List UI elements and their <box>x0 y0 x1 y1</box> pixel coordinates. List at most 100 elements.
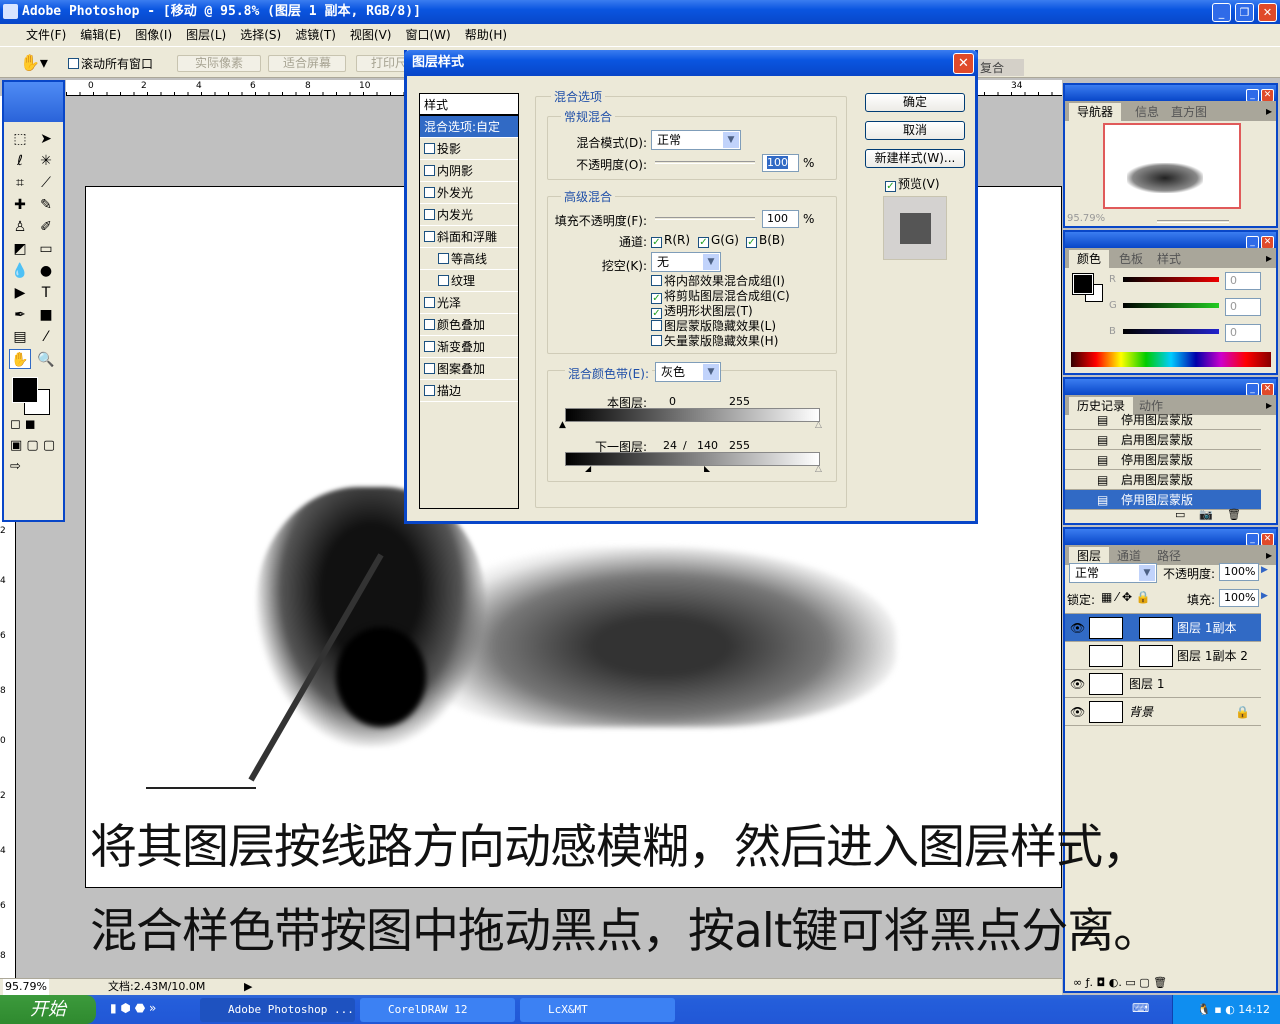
menu-filter[interactable]: 滤镜(T) <box>295 28 336 42</box>
start-button[interactable]: 开始 <box>0 995 96 1024</box>
menu-file[interactable]: 文件(F) <box>26 28 66 42</box>
style-checkbox[interactable] <box>424 385 435 396</box>
style-item[interactable]: 混合选项:自定 <box>420 116 518 138</box>
shape-tool-icon[interactable]: ■ <box>35 305 57 325</box>
layer-row[interactable]: 👁 图层 1 <box>1065 670 1261 698</box>
menu-image[interactable]: 图像(I) <box>135 28 172 42</box>
channel-g-checkbox[interactable]: ✓ G(G) <box>698 233 739 248</box>
fit-screen-button[interactable]: 适合屏幕 <box>268 55 346 72</box>
b-input[interactable]: 0 <box>1225 324 1261 342</box>
preview-checkbox[interactable]: ✓ 预览(V) <box>885 175 940 192</box>
navigator-preview[interactable] <box>1103 123 1241 209</box>
history-item[interactable]: ▤ 启用图层蒙版 <box>1065 430 1261 450</box>
style-checkbox[interactable] <box>424 231 435 242</box>
panel-menu-icon[interactable]: ▸ <box>1266 548 1272 562</box>
new-style-button[interactable]: 新建样式(W)... <box>865 149 965 168</box>
style-item[interactable]: 外发光 <box>420 182 518 204</box>
slice-tool-icon[interactable]: ⟋ <box>35 173 57 193</box>
opacity-arrow-icon[interactable]: ▶ <box>1261 565 1268 575</box>
style-checkbox[interactable] <box>424 209 435 220</box>
history-brush-icon[interactable]: ✐ <box>35 217 57 237</box>
foreground-color-swatch[interactable] <box>1072 273 1094 295</box>
advanced-option-checkbox[interactable]: ✓ 将剪贴图层混合成组(C) <box>651 289 790 304</box>
brush-tool-icon[interactable]: ✎ <box>35 195 57 215</box>
black-point-slider[interactable]: ▲ <box>559 420 566 430</box>
menu-window[interactable]: 窗口(W) <box>405 28 450 42</box>
status-menu-arrow[interactable]: ▶ <box>244 979 252 995</box>
style-checkbox[interactable] <box>424 341 435 352</box>
scroll-all-checkbox[interactable]: 滚动所有窗口 <box>68 55 153 72</box>
style-item[interactable]: 内阴影 <box>420 160 518 182</box>
style-item[interactable]: 渐变叠加 <box>420 336 518 358</box>
style-checkbox[interactable] <box>424 187 435 198</box>
style-item[interactable]: 投影 <box>420 138 518 160</box>
palette-well-tab[interactable]: 复合 <box>976 59 1025 76</box>
style-checkbox[interactable] <box>424 143 435 154</box>
status-zoom[interactable]: 95.79% <box>3 979 49 995</box>
style-item[interactable]: 描边 <box>420 380 518 402</box>
style-item[interactable]: 纹理 <box>420 270 518 292</box>
color-swatches[interactable] <box>4 371 63 417</box>
task-coreldraw[interactable]: CorelDRAW 12 <box>360 998 515 1022</box>
crop-tool-icon[interactable]: ⌗ <box>9 173 31 193</box>
advanced-option-checkbox[interactable]: 矢量蒙版隐藏效果(H) <box>651 334 790 349</box>
stamp-tool-icon[interactable]: ♙ <box>9 217 31 237</box>
advanced-option-checkbox[interactable]: 图层蒙版隐藏效果(L) <box>651 319 790 334</box>
layer-row[interactable]: 图层 1副本 2 <box>1065 642 1261 670</box>
history-item[interactable]: ▤ 启用图层蒙版 <box>1065 470 1261 490</box>
r-slider[interactable] <box>1123 277 1219 282</box>
blend-mode-select[interactable]: 正常 ▼ <box>651 130 741 150</box>
quick-launch-icons[interactable]: ▮ ⬢ ⬣ » <box>110 1001 156 1015</box>
opacity-slider[interactable] <box>655 161 755 164</box>
keyboard-icon[interactable]: ⌨ <box>1132 1001 1149 1015</box>
type-tool-icon[interactable]: T <box>35 283 57 303</box>
g-input[interactable]: 0 <box>1225 298 1261 316</box>
style-checkbox[interactable] <box>438 275 449 286</box>
move-tool-icon[interactable]: ➤ <box>35 129 57 149</box>
navigator-zoom-slider[interactable] <box>1157 220 1229 223</box>
menu-help[interactable]: 帮助(H) <box>465 28 507 42</box>
hand-tool-icon[interactable]: ✋▾ <box>20 53 48 72</box>
history-item[interactable]: ▤ 停用图层蒙版 <box>1065 410 1261 430</box>
cancel-button[interactable]: 取消 <box>865 121 965 140</box>
channel-r-checkbox[interactable]: ✓ R(R) <box>651 233 690 248</box>
tray-icons[interactable]: 🐧 ▪ ◐ <box>1197 1003 1238 1016</box>
layer-fill-input[interactable]: 100% <box>1219 589 1259 607</box>
layer-row[interactable]: 👁 背景 🔒 <box>1065 698 1261 726</box>
knockout-select[interactable]: 无 ▼ <box>651 252 721 272</box>
panel-menu-icon[interactable]: ▸ <box>1266 398 1272 412</box>
style-item[interactable]: 斜面和浮雕 <box>420 226 518 248</box>
blur-tool-icon[interactable]: 💧 <box>9 261 31 281</box>
fill-arrow-icon[interactable]: ▶ <box>1261 591 1268 601</box>
split-black-slider-right[interactable]: ◣ <box>704 464 710 473</box>
advanced-option-checkbox[interactable]: 将内部效果混合成组(I) <box>651 274 790 289</box>
color-spectrum[interactable] <box>1071 352 1271 367</box>
navigator-zoom-value[interactable]: 95.79% <box>1067 213 1105 224</box>
path-select-icon[interactable]: ▶ <box>9 283 31 303</box>
mask-mode-icons[interactable]: ◻ ◼ <box>4 417 63 432</box>
dodge-tool-icon[interactable]: ● <box>35 261 57 281</box>
split-black-slider-left[interactable]: ◢ <box>585 464 591 473</box>
tab-color[interactable]: 颜色 <box>1069 250 1110 268</box>
layer-mask-thumbnail[interactable] <box>1139 617 1173 639</box>
pen-tool-icon[interactable]: ✒ <box>9 305 31 325</box>
task-folder[interactable]: LcX&MT <box>520 998 675 1022</box>
style-item[interactable]: 图案叠加 <box>420 358 518 380</box>
tab-navigator[interactable]: 导航器 <box>1069 103 1122 121</box>
history-item[interactable]: ▤ 停用图层蒙版 <box>1065 490 1261 510</box>
layer-row[interactable]: 👁 图层 1副本 <box>1065 614 1261 642</box>
white-point-slider[interactable]: △ <box>815 464 822 474</box>
eye-icon[interactable]: 👁 <box>1070 670 1085 698</box>
eye-icon[interactable]: 👁 <box>1070 698 1085 726</box>
eraser-tool-icon[interactable]: ◩ <box>9 239 31 259</box>
healing-brush-icon[interactable]: ✚ <box>9 195 31 215</box>
style-checkbox[interactable] <box>424 165 435 176</box>
fill-opacity-slider[interactable] <box>655 217 755 220</box>
eye-icon[interactable]: 👁 <box>1070 614 1085 642</box>
style-checkbox[interactable] <box>424 297 435 308</box>
channel-b-checkbox[interactable]: ✓ B(B) <box>746 233 785 248</box>
gradient-tool-icon[interactable]: ▭ <box>35 239 57 259</box>
underlying-layer-gradient[interactable] <box>565 452 820 466</box>
task-photoshop[interactable]: Adobe Photoshop ... <box>200 998 355 1022</box>
menu-view[interactable]: 视图(V) <box>350 28 392 42</box>
